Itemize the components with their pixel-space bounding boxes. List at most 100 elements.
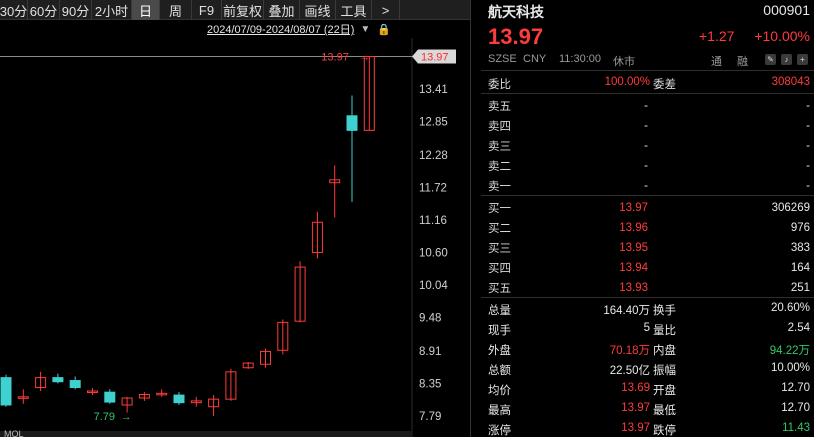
stat-label: 总额 [488,365,511,377]
order-level-label: 买五 [488,283,511,295]
stat-label: 总量 [488,305,511,317]
weibi-label: 委比 [488,79,511,91]
ask-row[interactable]: 卖四 - - [488,116,810,136]
tab-6[interactable]: F9 [192,0,222,20]
order-volume: - [806,140,810,152]
bid-row[interactable]: 买三 13.95 383 [488,238,810,258]
bid-row[interactable]: 买二 13.96 976 [488,218,810,238]
bid-row[interactable]: 买五 13.93 251 [488,278,810,298]
stat-row: 外盘 70.18万 内盘 94.22万 [488,339,810,359]
stat-value: 10.00% [770,362,810,374]
stat-label: 振幅 [653,365,676,377]
order-level-label: 卖五 [488,101,511,113]
stat-value: 94.22万 [769,345,810,357]
stat-value: 70.18万 [609,345,650,357]
weibi-row: 委比 100.00% 委差 308043 [488,73,810,93]
stat-label: 最高 [488,405,511,417]
y-tick-label: 7.79 [419,411,441,423]
date-range-text[interactable]: 2024/07/09-2024/08/07 (22日) [207,21,354,37]
stock-name: 航天科技 [488,4,544,20]
y-tick-label: 11.72 [419,182,447,194]
weicha-label: 委差 [653,79,676,91]
ask-row[interactable]: 卖一 - - [488,176,810,196]
quote-panel: 航天科技 000901 13.97 +1.27 +10.00% SZSE CNY… [471,0,814,437]
tab-11[interactable]: > [372,0,400,20]
tab-3[interactable]: 2小时 [92,0,132,20]
tab-1[interactable]: 60分 [28,0,60,20]
y-tick-label: 10.04 [419,280,448,292]
price-change-pct: +10.00% [754,28,810,44]
bid-row[interactable]: 买四 13.94 164 [488,258,810,278]
stat-row: 总额 22.50亿 振幅 10.00% [488,359,810,379]
low-arrow: → [121,411,132,423]
y-tick-label: 13.41 [419,84,448,96]
last-price-tag-label: 13.97 [421,51,449,63]
ask-row[interactable]: 卖二 - - [488,156,810,176]
order-level-label: 卖二 [488,161,511,173]
stat-label: 跌停 [653,425,676,437]
bid-row[interactable]: 买一 13.97 306269 [488,198,810,218]
tab-10[interactable]: 工具 [336,0,372,20]
low-label: 7.79 [94,411,115,423]
order-level-label: 买三 [488,243,511,255]
pencil-icon[interactable]: ✎ [765,53,776,65]
indicator-label: MOL [4,429,24,437]
date-range-selector[interactable]: 2024/07/09-2024/08/07 (22日) ▼ 🔒 [207,21,407,37]
order-price: 13.94 [619,262,648,274]
stat-label: 内盘 [653,345,676,357]
order-price: - [644,160,648,172]
stat-value: 13.97 [621,402,650,414]
exchange: SZSE [488,53,517,65]
add-icon[interactable]: + [797,53,808,65]
stat-label: 最低 [653,405,676,417]
order-volume: 306269 [771,202,810,214]
tab-0[interactable]: 30分 [0,0,28,20]
candle-body [104,391,116,403]
order-level-label: 买四 [488,263,511,275]
candle-body [173,394,185,404]
ask-row[interactable]: 卖三 - - [488,136,810,156]
order-volume: - [806,180,810,192]
stat-label: 换手 [653,305,676,317]
stock-code: 000901 [763,2,810,18]
y-tick-label: 11.16 [419,215,447,227]
order-price: 13.95 [619,242,648,254]
lock-icon[interactable]: 🔒 [377,23,391,36]
order-price: - [644,100,648,112]
candlestick-chart[interactable]: 13.41 12.85 12.28 11.72 11.16 10.60 10.04 9.48 8… [0,38,470,437]
indicator-bar [0,431,412,437]
stat-value: 164.40万 [603,305,650,317]
order-level-label: 卖四 [488,121,511,133]
order-volume: 251 [790,282,810,294]
stat-row: 最高 13.97 最低 12.70 [488,399,810,419]
last-price: 13.97 [488,24,544,49]
stat-value: 13.97 [621,422,650,434]
candle-body [52,377,64,383]
order-price: - [644,140,648,152]
tab-8[interactable]: 叠加 [264,0,300,20]
order-volume: - [806,100,810,112]
stat-label: 外盘 [488,345,511,357]
stat-value: 20.60% [770,302,810,314]
stat-row: 现手 5 量比 2.54 [488,319,810,339]
tab-2[interactable]: 90分 [60,0,92,20]
y-tick-label: 12.85 [419,117,448,129]
tab-4[interactable]: 日 [132,0,160,20]
tab-7[interactable]: 前复权 [222,0,264,20]
stat-row: 均价 13.69 开盘 12.70 [488,379,810,399]
stat-label: 开盘 [653,385,676,397]
ask-row[interactable]: 卖五 - - [488,96,810,116]
order-price: 13.96 [619,222,648,234]
market-status: 休市 [613,56,635,68]
y-tick-label: 8.35 [419,378,441,390]
tab-9[interactable]: 画线 [300,0,336,20]
margin-tong-button[interactable]: 通 [711,53,722,69]
margin-rong-button[interactable]: 融 [737,53,748,69]
stat-row: 涨停 13.97 跌停 11.43 [488,419,810,437]
tab-5[interactable]: 周 [160,0,192,20]
stat-value: 5 [643,322,650,334]
order-price: - [644,120,648,132]
bell-icon[interactable]: ♪ [781,53,792,65]
stat-value: 2.54 [787,322,810,334]
chevron-down-icon[interactable]: ▼ [360,24,370,35]
